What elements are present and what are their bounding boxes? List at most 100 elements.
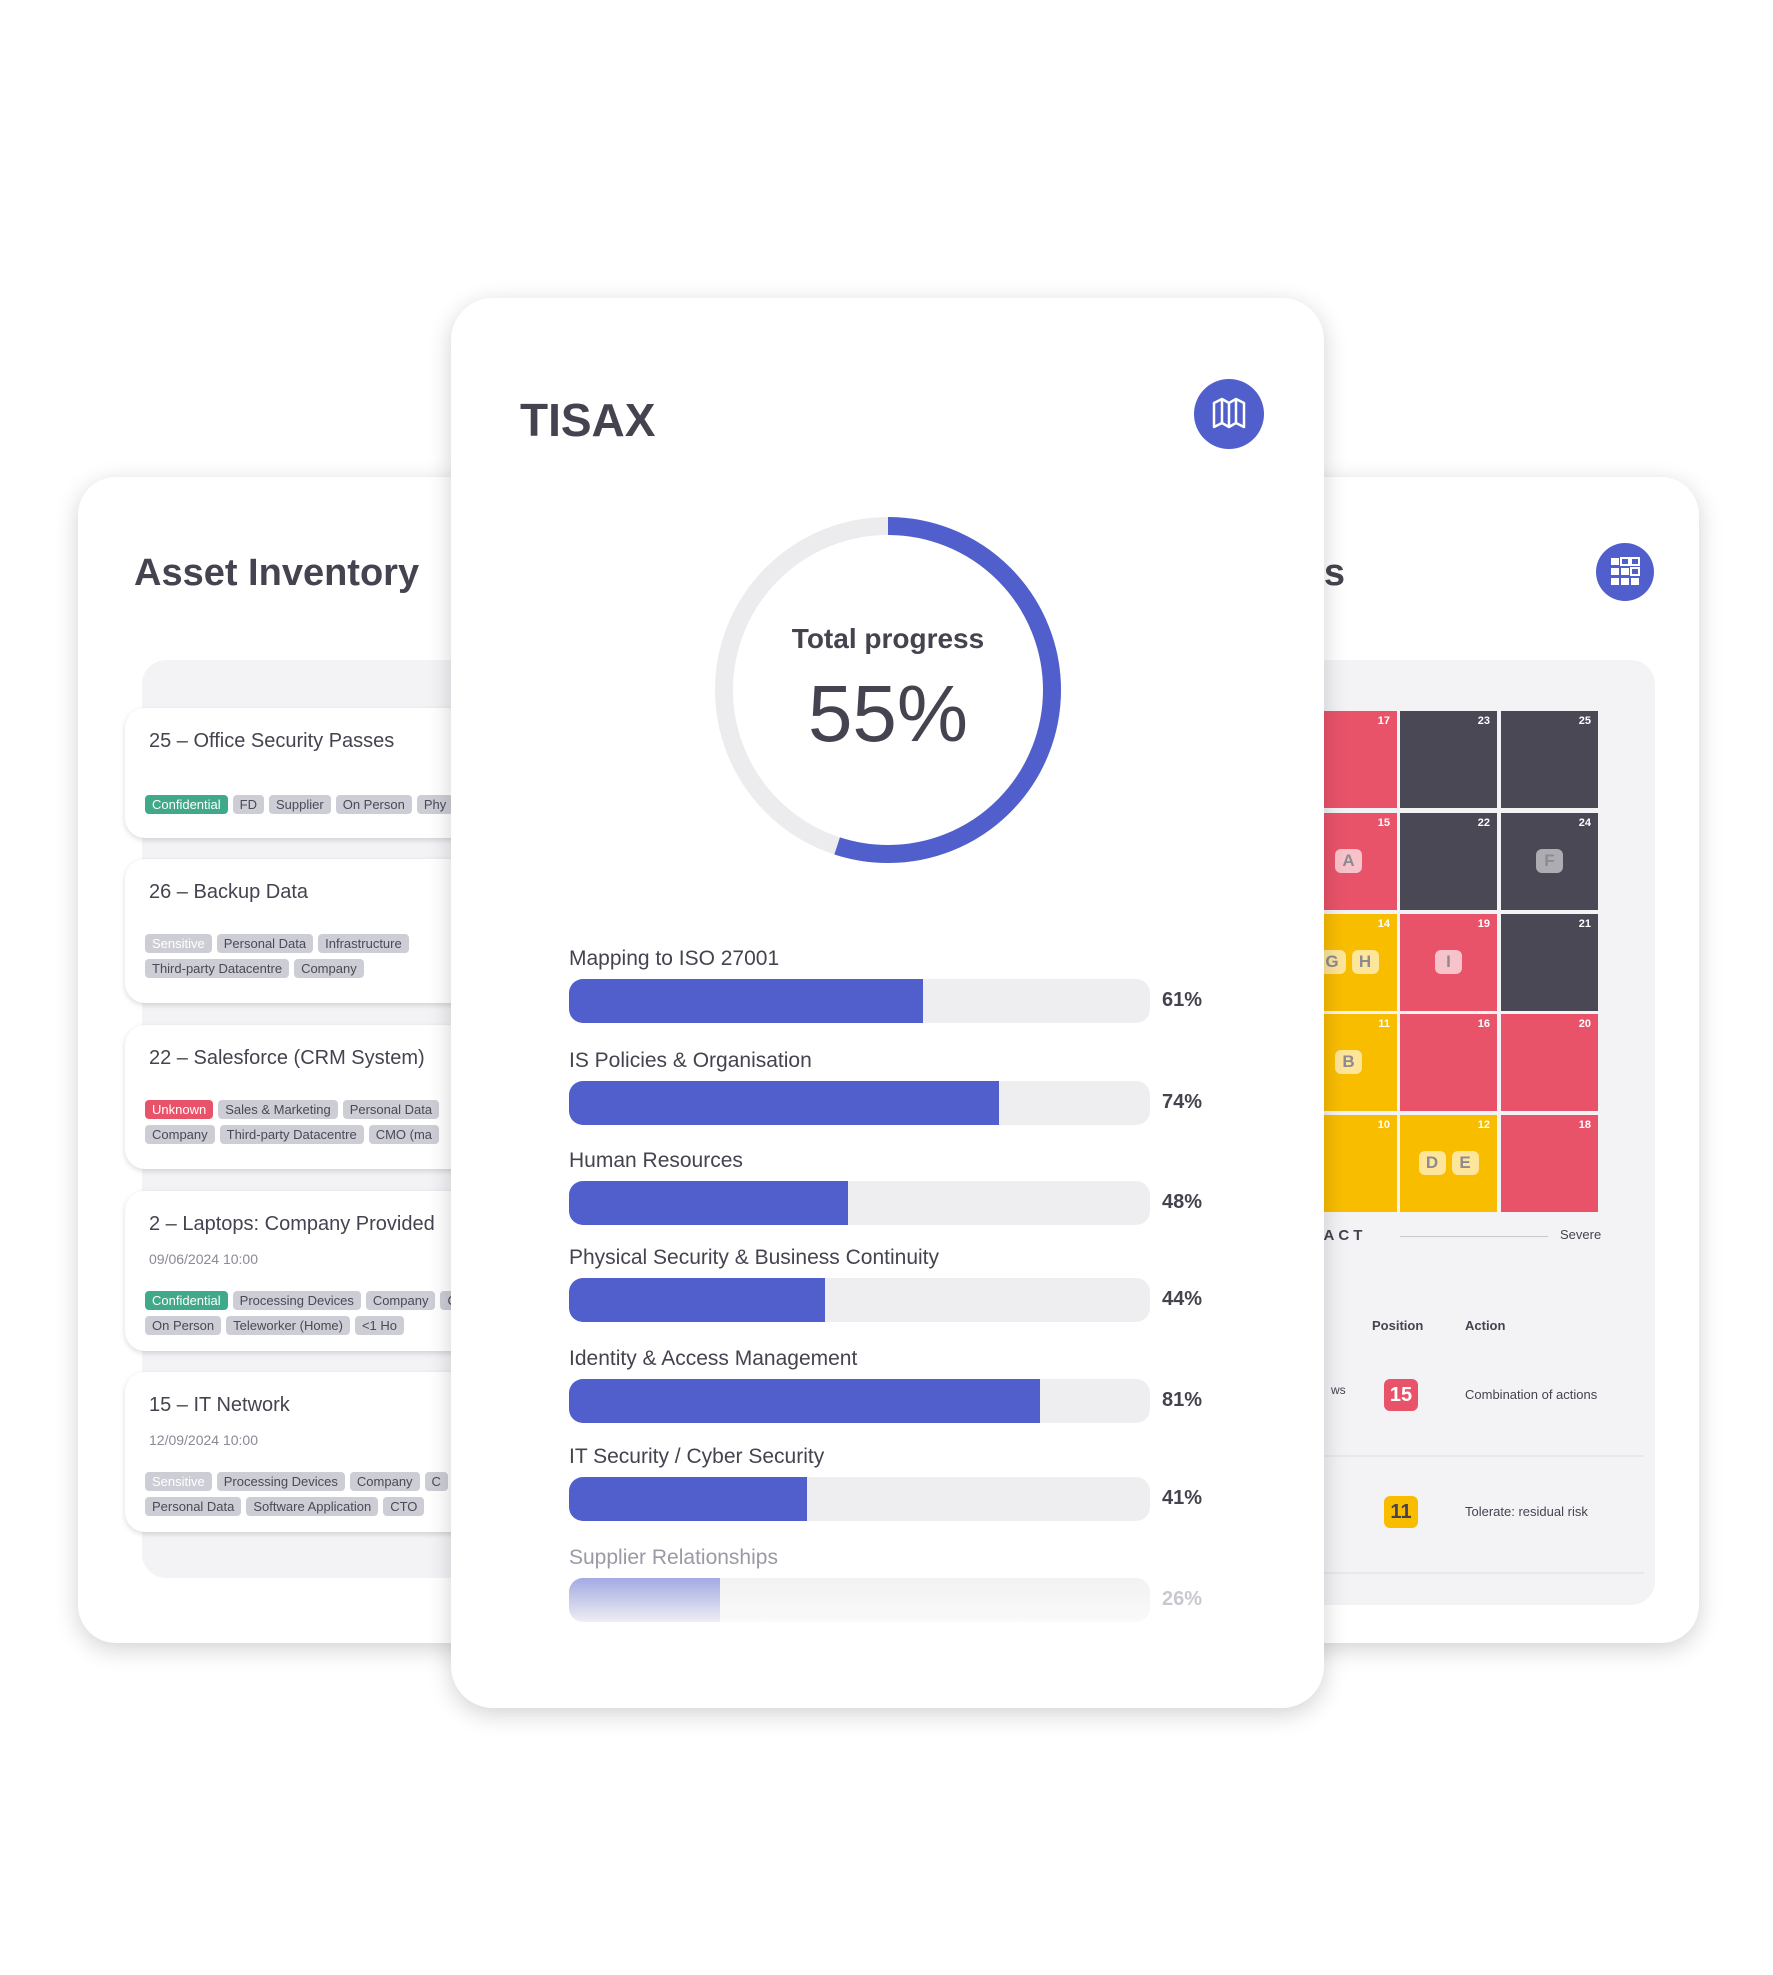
cell-score: 24 <box>1578 817 1591 829</box>
asset-date: 09/06/2024 10:00 <box>149 1251 258 1267</box>
cell-score: 16 <box>1477 1018 1490 1030</box>
risk-matrix-cell[interactable]: 19 I <box>1400 914 1497 1011</box>
section-percent: 41% <box>1162 1487 1203 1509</box>
progress-bar <box>569 1578 1150 1622</box>
asset-tag: CTO <box>383 1497 425 1516</box>
position-badge: 11 <box>1384 1496 1418 1528</box>
risk-matrix-cell[interactable]: 24 F <box>1501 813 1598 910</box>
cell-score: 15 <box>1377 817 1390 829</box>
risk-matrix-cell[interactable]: 12 D E <box>1400 1115 1497 1212</box>
map-icon-button[interactable] <box>1194 379 1264 449</box>
risk-matrix-cell[interactable]: 16 <box>1400 1014 1497 1111</box>
section-percent: 44% <box>1162 1288 1203 1310</box>
section-percent: 26% <box>1162 1588 1203 1610</box>
asset-tag: Personal Data <box>342 1100 440 1119</box>
progress-fill <box>569 1081 999 1125</box>
risk-marker[interactable]: F <box>1536 849 1563 873</box>
cell-score: 20 <box>1578 1018 1591 1030</box>
position-header: Position <box>1372 1318 1424 1333</box>
progress-bar <box>569 979 1150 1023</box>
total-progress-label: Total progress <box>791 623 985 654</box>
section-label: Supplier Relationships <box>569 1546 778 1569</box>
asset-tag: Supplier <box>269 795 331 814</box>
progress-fill <box>569 1181 848 1225</box>
asset-tag: Phy <box>416 795 454 814</box>
risk-marker[interactable]: E <box>1451 1151 1479 1175</box>
section-percent: 48% <box>1162 1191 1203 1213</box>
cell-markers: F <box>1501 849 1598 873</box>
grid-icon-button[interactable] <box>1596 543 1654 601</box>
asset-tag: Infrastructure <box>318 934 409 953</box>
section-label: Human Resources <box>569 1149 743 1172</box>
table-divider <box>1324 1572 1644 1574</box>
asset-tag: Software Application <box>246 1497 379 1516</box>
progress-fill <box>569 1278 825 1322</box>
asset-inventory-title: Asset Inventory <box>134 552 420 594</box>
cell-score: 14 <box>1377 918 1390 930</box>
asset-name: 22 – Salesforce (CRM System) <box>149 1047 425 1069</box>
asset-tag: <1 Ho <box>354 1316 405 1335</box>
asset-tag: Processing Devices <box>232 1291 361 1310</box>
cell-score: 11 <box>1378 1018 1390 1030</box>
impact-axis-line <box>1400 1236 1548 1237</box>
asset-tag: Third-party Datacentre <box>219 1125 364 1144</box>
asset-tag: CMO (ma <box>368 1125 440 1144</box>
cell-score: 19 <box>1477 918 1490 930</box>
asset-name: 15 – IT Network <box>149 1394 290 1416</box>
risk-matrix-cell[interactable]: 25 <box>1501 711 1598 808</box>
asset-tag: Company <box>294 959 364 978</box>
asset-tag: FD <box>232 795 264 814</box>
section-label: Mapping to ISO 27001 <box>569 947 780 970</box>
risk-matrix-cell[interactable]: 20 <box>1501 1014 1598 1111</box>
tisax-title: TISAX <box>520 394 656 446</box>
cell-score: 18 <box>1578 1119 1591 1131</box>
position-badge: 15 <box>1384 1379 1418 1411</box>
risk-marker[interactable]: H <box>1351 950 1379 974</box>
cell-score: 22 <box>1477 817 1490 829</box>
asset-tag: Company <box>349 1472 420 1491</box>
progress-bar <box>569 1379 1150 1423</box>
asset-name: 26 – Backup Data <box>149 881 308 903</box>
asset-name: 2 – Laptops: Company Provided <box>149 1213 435 1235</box>
progress-bar <box>569 1081 1150 1125</box>
risk-matrix-cell[interactable]: 18 <box>1501 1115 1598 1212</box>
progress-fill <box>569 1379 1040 1423</box>
risk-matrix-cell[interactable]: 21 <box>1501 914 1598 1011</box>
risk-matrix-cell[interactable]: 22 <box>1400 813 1497 910</box>
progress-bar <box>569 1181 1150 1225</box>
map-icon <box>1212 397 1246 429</box>
grid-icon <box>1611 557 1640 585</box>
progress-bar <box>569 1278 1150 1322</box>
risk-matrix-cell[interactable]: 23 <box>1400 711 1497 808</box>
progress-bar <box>569 1477 1150 1521</box>
asset-tag: On Person <box>335 795 412 814</box>
cell-score: 25 <box>1578 715 1591 727</box>
impact-severe-label: Severe <box>1560 1227 1602 1242</box>
asset-tag: Processing Devices <box>216 1472 345 1491</box>
asset-tag: Confidential <box>145 1291 228 1310</box>
risk-marker[interactable]: I <box>1435 950 1462 974</box>
risk-marker[interactable]: D <box>1418 1151 1446 1175</box>
section-percent: 74% <box>1162 1091 1203 1113</box>
cell-markers: I <box>1400 950 1497 974</box>
asset-tag: Sensitive <box>145 934 212 953</box>
asset-date: 12/09/2024 10:00 <box>149 1432 258 1448</box>
action-text: Combination of actions <box>1465 1387 1598 1402</box>
action-text: Tolerate: residual risk <box>1465 1504 1588 1519</box>
section-label: IT Security / Cyber Security <box>569 1445 825 1468</box>
asset-tag: Personal Data <box>216 934 314 953</box>
section-label: IS Policies & Organisation <box>569 1049 812 1072</box>
cell-score: 17 <box>1377 715 1390 727</box>
total-progress-value: 55% <box>807 669 969 758</box>
asset-tag: Company <box>145 1125 215 1144</box>
asset-tag: Confidential <box>145 795 228 814</box>
risk-marker[interactable]: B <box>1335 1050 1362 1074</box>
cell-score: 10 <box>1377 1119 1390 1131</box>
action-header: Action <box>1465 1318 1506 1333</box>
asset-tag: Unknown <box>145 1100 214 1119</box>
section-percent: 81% <box>1162 1389 1203 1411</box>
risk-marker[interactable]: A <box>1335 849 1362 873</box>
asset-tag: C <box>424 1472 448 1491</box>
risk-name-fragment: ws <box>1331 1383 1346 1397</box>
section-label: Physical Security & Business Continuity <box>569 1246 939 1269</box>
